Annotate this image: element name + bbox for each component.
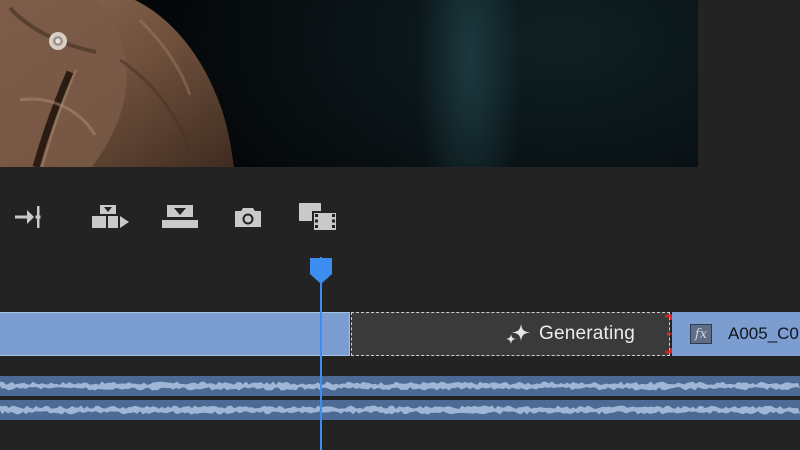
waveform-path — [0, 405, 800, 415]
generating-clip[interactable]: Generating — [351, 312, 670, 356]
playhead-marker-icon[interactable] — [309, 257, 333, 285]
comparison-view-button[interactable] — [297, 203, 339, 232]
monitor-side-panel — [698, 0, 800, 167]
go-to-out-point-button[interactable] — [12, 203, 46, 231]
playhead-line[interactable] — [320, 257, 322, 450]
audio-track-2[interactable] — [0, 400, 800, 420]
sparkles-icon — [505, 324, 530, 344]
overwrite-icon — [162, 205, 198, 228]
export-frame-button[interactable] — [232, 203, 264, 231]
transport-controls — [0, 167, 800, 257]
timeline-panel: Generating fx A005_C0 — [0, 257, 800, 450]
audio-waveform — [0, 405, 800, 415]
fx-badge[interactable]: fx — [690, 324, 712, 344]
overwrite-button[interactable] — [160, 203, 200, 231]
insert-icon — [92, 205, 129, 228]
generating-label: Generating — [538, 323, 635, 344]
insert-button[interactable] — [90, 203, 132, 231]
video-clip[interactable] — [0, 312, 350, 356]
program-monitor — [0, 0, 698, 167]
go-to-out-point-icon — [15, 206, 41, 228]
clip-name: A005_C0 — [728, 324, 799, 343]
next-video-clip[interactable]: fx A005_C0 — [672, 312, 800, 356]
waveform-path — [0, 381, 800, 391]
audio-waveform — [0, 381, 800, 391]
comparison-view-icon — [299, 203, 338, 232]
video-frame — [0, 0, 234, 167]
export-frame-icon — [235, 208, 261, 227]
audio-track-1[interactable] — [0, 376, 800, 396]
